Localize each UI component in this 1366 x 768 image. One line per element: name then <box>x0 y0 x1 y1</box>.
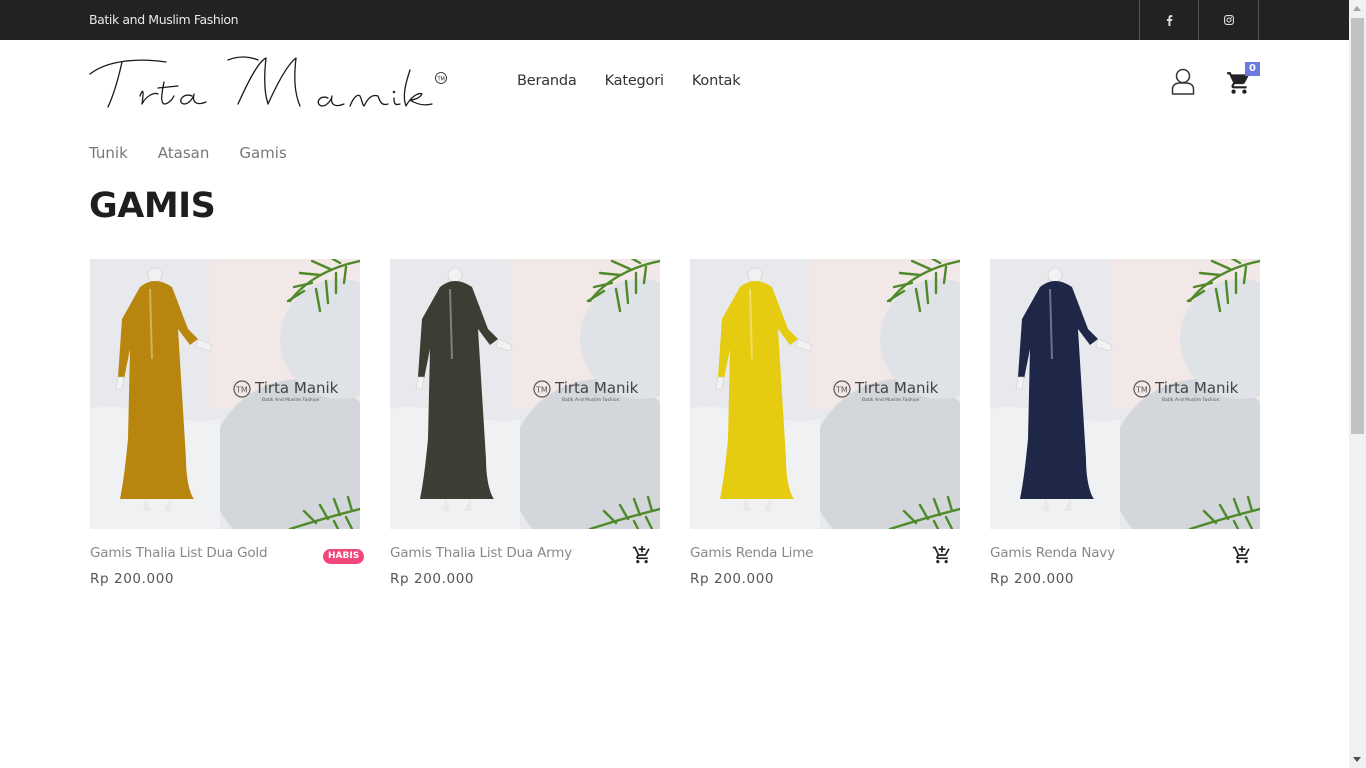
brand-watermark-name: Tirta Manik <box>254 379 339 397</box>
sold-out-badge: HABIS <box>323 549 365 564</box>
facebook-link[interactable] <box>1139 0 1198 40</box>
top-bar: Batik and Muslim Fashion <box>0 0 1349 40</box>
subnav-atasan[interactable]: Atasan <box>158 144 210 162</box>
brand-watermark-name: Tirta Manik <box>854 379 939 397</box>
product-price: Rp 200.000 <box>690 571 775 587</box>
product-image[interactable]: TM Tirta Manik Batik And Muslim Fashion <box>390 259 660 529</box>
scroll-down-arrow[interactable] <box>1353 757 1361 762</box>
svg-text:TM: TM <box>1135 386 1148 395</box>
product-name[interactable]: Gamis Thalia List Dua Gold <box>90 545 268 561</box>
product-image[interactable]: TM Tirta Manik Batik And Muslim Fashion <box>990 259 1260 529</box>
brand-watermark-tagline: Batik And Muslim Fashion <box>1162 397 1220 403</box>
nav-beranda[interactable]: Beranda <box>517 73 577 89</box>
site-logo[interactable]: TM <box>88 52 450 112</box>
logo-script: TM <box>89 56 447 108</box>
subnav-tunik[interactable]: Tunik <box>89 144 128 162</box>
brand-watermark-name: Tirta Manik <box>1154 379 1239 397</box>
product-image[interactable]: TM Tirta Manik Batik And Muslim Fashion <box>690 259 960 529</box>
category-nav: Tunik Atasan Gamis <box>89 144 317 162</box>
product-price: Rp 200.000 <box>990 571 1075 587</box>
product-name[interactable]: Gamis Renda Navy <box>990 545 1115 561</box>
svg-text:TM: TM <box>437 76 445 82</box>
add-to-cart-icon[interactable] <box>632 545 652 565</box>
svg-text:TM: TM <box>835 386 848 395</box>
tagline: Batik and Muslim Fashion <box>89 12 239 27</box>
product-card[interactable]: TM Tirta Manik Batik And Muslim Fashion … <box>390 259 660 587</box>
nav-kategori[interactable]: Kategori <box>605 73 664 89</box>
svg-text:TM: TM <box>535 386 548 395</box>
brand-watermark-tagline: Batik And Muslim Fashion <box>262 397 320 403</box>
product-card[interactable]: TM Tirta Manik Batik And Muslim Fashion … <box>90 259 365 587</box>
scrollbar-thumb[interactable] <box>1351 18 1364 434</box>
product-name[interactable]: Gamis Renda Lime <box>690 545 813 561</box>
instagram-link[interactable] <box>1198 0 1259 40</box>
product-name[interactable]: Gamis Thalia List Dua Army <box>390 545 572 561</box>
product-card[interactable]: TM Tirta Manik Batik And Muslim Fashion … <box>990 259 1260 587</box>
instagram-icon <box>1223 15 1234 25</box>
main-nav: Beranda Kategori Kontak <box>517 73 768 89</box>
brand-watermark-name: Tirta Manik <box>554 379 639 397</box>
cart-count-badge: 0 <box>1245 62 1260 76</box>
page-title: GAMIS <box>89 186 216 226</box>
brand-watermark-tagline: Batik And Muslim Fashion <box>562 397 620 403</box>
product-image[interactable]: TM Tirta Manik Batik And Muslim Fashion <box>90 259 360 529</box>
product-card[interactable]: TM Tirta Manik Batik And Muslim Fashion … <box>690 259 960 587</box>
nav-kontak[interactable]: Kontak <box>692 73 741 89</box>
add-to-cart-icon[interactable] <box>932 545 952 565</box>
brand-watermark-tagline: Batik And Muslim Fashion <box>862 397 920 403</box>
add-to-cart-icon[interactable] <box>1232 545 1252 565</box>
svg-text:TM: TM <box>235 386 248 395</box>
product-price: Rp 200.000 <box>90 571 175 587</box>
user-account-icon[interactable] <box>1171 68 1195 95</box>
facebook-icon <box>1166 14 1172 26</box>
product-price: Rp 200.000 <box>390 571 475 587</box>
subnav-gamis[interactable]: Gamis <box>239 144 286 162</box>
scroll-up-arrow[interactable] <box>1353 6 1361 11</box>
